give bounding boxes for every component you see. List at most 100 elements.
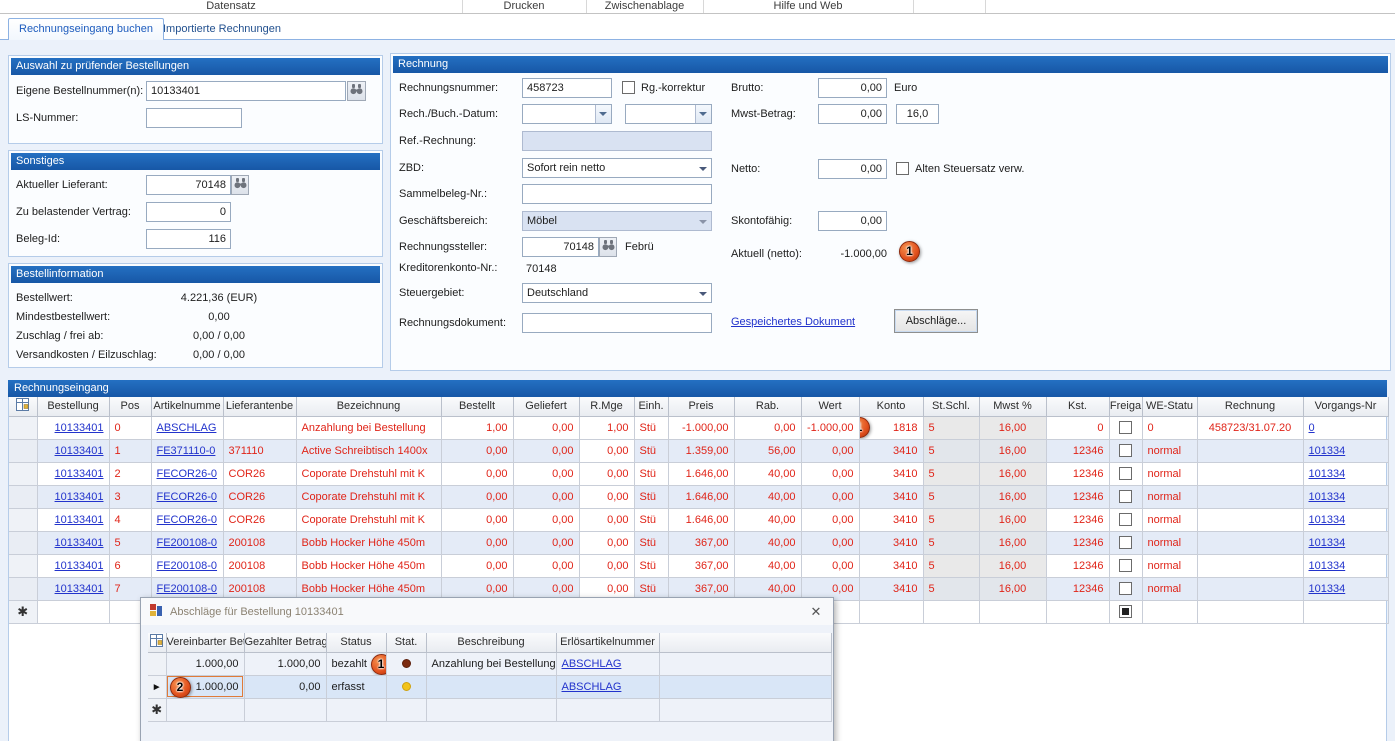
grid-link-vorgang[interactable]: 101334 bbox=[1309, 468, 1346, 480]
search-rechnungssteller-button[interactable] bbox=[599, 237, 617, 257]
dialog-column-header-gezahlt[interactable]: Gezahlter Betrag bbox=[244, 633, 326, 652]
cell-rechnung bbox=[1197, 600, 1303, 623]
grid-link-artikel[interactable]: FECOR26-0 bbox=[157, 514, 218, 526]
rechnungsdatum-combo[interactable] bbox=[522, 104, 612, 124]
grid-link-artikel[interactable]: FECOR26-0 bbox=[157, 468, 218, 480]
dialog-column-header-fill[interactable] bbox=[659, 633, 831, 652]
grid-link-bestellung[interactable]: 10133401 bbox=[55, 583, 104, 595]
freigabe-checkbox[interactable] bbox=[1119, 536, 1132, 549]
column-header-rab[interactable]: Rab. bbox=[734, 397, 801, 416]
grid-link-bestellung[interactable]: 10133401 bbox=[55, 560, 104, 572]
currency-label: Euro bbox=[894, 78, 917, 98]
skontofaehig-input[interactable] bbox=[818, 211, 887, 231]
sammelbeleg-input[interactable] bbox=[522, 184, 712, 204]
grid-link-vorgang[interactable]: 101334 bbox=[1309, 445, 1346, 457]
aktueller-lieferant-input[interactable] bbox=[146, 175, 231, 195]
grid-link-bestellung[interactable]: 10133401 bbox=[55, 537, 104, 549]
freigabe-checkbox[interactable] bbox=[1119, 467, 1132, 480]
column-header-vorgang[interactable]: Vorgangs-Nr bbox=[1303, 397, 1388, 416]
column-header-bezeichnung[interactable]: Bezeichnung bbox=[296, 397, 441, 416]
column-header-kst[interactable]: Kst. bbox=[1046, 397, 1109, 416]
grid-link-vorgang[interactable]: 101334 bbox=[1309, 560, 1346, 572]
gespeichertes-dokument-link-text[interactable]: Gespeichertes Dokument bbox=[731, 316, 855, 328]
tab-importierte-rechnungen[interactable]: Importierte Rechnungen bbox=[153, 19, 291, 41]
freigabe-checkbox[interactable] bbox=[1119, 582, 1132, 595]
mwst-satz-input[interactable] bbox=[896, 104, 939, 124]
grid-link-bestellung[interactable]: 10133401 bbox=[55, 445, 104, 457]
grid-link-artikel[interactable]: ABSCHLAG bbox=[157, 422, 217, 434]
dialog-column-header-sel[interactable] bbox=[148, 633, 166, 652]
grid-link-bestellung[interactable]: 10133401 bbox=[55, 514, 104, 526]
freigabe-checkbox[interactable] bbox=[1119, 444, 1132, 457]
grid-link-artikel[interactable]: FECOR26-0 bbox=[157, 491, 218, 503]
freigabe-checkbox[interactable] bbox=[1119, 559, 1132, 572]
brutto-input[interactable] bbox=[818, 78, 887, 98]
column-header-rmge[interactable]: R.Mge bbox=[579, 397, 634, 416]
zbd-combo[interactable]: Sofort rein netto bbox=[522, 158, 712, 178]
netto-input[interactable] bbox=[818, 159, 887, 179]
buchungsdatum-combo[interactable] bbox=[625, 104, 712, 124]
alten-steuersatz-checkbox[interactable] bbox=[896, 162, 909, 175]
vertrag-input[interactable] bbox=[146, 202, 231, 222]
erloesartikel-link[interactable]: ABSCHLAG bbox=[562, 658, 622, 670]
column-header-pos[interactable]: Pos bbox=[109, 397, 151, 416]
column-header-stschl[interactable]: St.Schl. bbox=[923, 397, 979, 416]
freigabe-checkbox[interactable] bbox=[1119, 421, 1132, 434]
close-icon[interactable]: ✕ bbox=[807, 604, 825, 620]
column-header-artikel[interactable]: Artikelnumme bbox=[151, 397, 223, 416]
grid-link-vorgang[interactable]: 101334 bbox=[1309, 491, 1346, 503]
column-header-konto[interactable]: Konto bbox=[859, 397, 923, 416]
search-supplier-button[interactable] bbox=[231, 175, 249, 195]
column-header-geliefert[interactable]: Geliefert bbox=[513, 397, 579, 416]
erloesartikel-link[interactable]: ABSCHLAG bbox=[562, 681, 622, 693]
freigabe-checkbox[interactable] bbox=[1119, 513, 1132, 526]
panel-rechnung: Rechnung Rechnungsnummer: Rg.-korrektur … bbox=[390, 53, 1391, 371]
freigabe-checkbox[interactable] bbox=[1119, 490, 1132, 503]
column-header-selector[interactable] bbox=[9, 397, 37, 416]
grid-link-artikel[interactable]: FE200108-0 bbox=[157, 560, 218, 572]
column-header-bestellung[interactable]: Bestellung bbox=[37, 397, 109, 416]
column-header-bestellt[interactable]: Bestellt bbox=[441, 397, 513, 416]
steuergebiet-combo[interactable]: Deutschland bbox=[522, 283, 712, 303]
column-header-mwst[interactable]: Mwst % bbox=[979, 397, 1046, 416]
cell-geliefert: 0,00 bbox=[513, 531, 579, 554]
beleg-id-input[interactable] bbox=[146, 229, 231, 249]
dialog-column-header-beschreibung[interactable]: Beschreibung bbox=[426, 633, 556, 652]
grid-link-vorgang[interactable]: 0 bbox=[1309, 422, 1315, 434]
dialog-column-header-erloes[interactable]: Erlösartikelnummer bbox=[556, 633, 659, 652]
geschaeftsbereich-combo[interactable]: Möbel bbox=[522, 211, 712, 231]
column-header-einh[interactable]: Einh. bbox=[634, 397, 668, 416]
dialog-titlebar[interactable]: Abschläge für Bestellung 10133401 ✕ bbox=[141, 598, 833, 625]
column-header-wert[interactable]: Wert bbox=[801, 397, 859, 416]
grid-link-artikel[interactable]: FE200108-0 bbox=[157, 583, 218, 595]
grid-link-vorgang[interactable]: 101334 bbox=[1309, 514, 1346, 526]
dialog-cell-beschreibung bbox=[426, 698, 556, 721]
grid-link-bestellung[interactable]: 10133401 bbox=[55, 422, 104, 434]
column-header-rechnung[interactable]: Rechnung bbox=[1197, 397, 1303, 416]
grid-link-artikel[interactable]: FE200108-0 bbox=[157, 537, 218, 549]
ls-nummer-input[interactable] bbox=[146, 108, 242, 128]
rechnungsnummer-input[interactable] bbox=[522, 78, 612, 98]
column-header-westatus[interactable]: WE-Statu bbox=[1142, 397, 1197, 416]
grid-link-bestellung[interactable]: 10133401 bbox=[55, 491, 104, 503]
rg-korrektur-checkbox[interactable] bbox=[622, 81, 635, 94]
grid-link-vorgang[interactable]: 101334 bbox=[1309, 583, 1346, 595]
column-header-preis[interactable]: Preis bbox=[668, 397, 734, 416]
dialog-column-header-stat[interactable]: Stat. bbox=[386, 633, 426, 652]
rechnungssteller-input[interactable] bbox=[522, 237, 599, 257]
column-header-freiga[interactable]: Freiga bbox=[1109, 397, 1142, 416]
search-order-button[interactable] bbox=[347, 81, 366, 101]
dialog-column-header-status[interactable]: Status bbox=[326, 633, 386, 652]
column-header-lieferant[interactable]: Lieferantenbe bbox=[223, 397, 296, 416]
eigene-bestellnummer-input[interactable] bbox=[146, 81, 346, 101]
dialog-cell-vereinbart bbox=[166, 698, 244, 721]
dialog-column-header-vereinbart[interactable]: Vereinbarter Betrag bbox=[166, 633, 244, 652]
rechnungsdokument-input[interactable] bbox=[522, 313, 712, 333]
mwst-betrag-input[interactable] bbox=[818, 104, 887, 124]
gespeichertes-dokument-link[interactable]: Gespeichertes Dokument bbox=[731, 312, 855, 332]
grid-link-artikel[interactable]: FE371110-0 bbox=[157, 445, 216, 457]
grid-link-vorgang[interactable]: 101334 bbox=[1309, 537, 1346, 549]
grid-link-bestellung[interactable]: 10133401 bbox=[55, 468, 104, 480]
abschlaege-button[interactable]: Abschläge... bbox=[894, 309, 978, 333]
tab-rechnungseingang-buchen[interactable]: Rechnungseingang buchen bbox=[8, 18, 164, 40]
